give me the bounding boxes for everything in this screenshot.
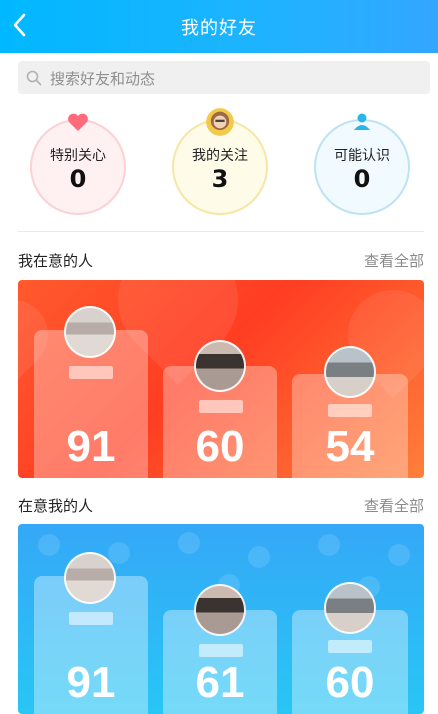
friend-avatar [324, 346, 376, 398]
care-about-card: 91 60 54 [18, 280, 424, 478]
top-bar: 我的好友 [0, 0, 438, 53]
friend-name [199, 400, 243, 413]
heart-icon [68, 113, 88, 131]
category-label: 我的关注 [192, 148, 248, 164]
friend-pillar[interactable]: 54 [292, 346, 408, 478]
my-follows-circle[interactable]: 我的关注 3 [172, 108, 268, 215]
intimacy-score: 60 [325, 658, 375, 707]
search-placeholder: 搜索好友和动态 [50, 70, 156, 88]
intimacy-score: 61 [195, 658, 245, 707]
friend-name [199, 644, 243, 657]
page-title: 我的好友 [181, 18, 257, 39]
category-count: 0 [353, 165, 371, 193]
may-know-circle[interactable]: 可能认识 0 [314, 113, 410, 215]
intimacy-score: 60 [195, 422, 245, 471]
friend-name [328, 640, 372, 653]
cares-about-me-card: 91 61 60 [18, 524, 424, 714]
category-label: 可能认识 [334, 148, 390, 164]
person-icon [354, 113, 370, 130]
see-all-link[interactable]: 查看全部 [364, 495, 424, 516]
divider [18, 231, 424, 232]
friend-avatar [194, 340, 246, 392]
friend-avatar [324, 582, 376, 634]
friend-avatar [64, 306, 116, 358]
friend-name [328, 404, 372, 417]
friend-name [69, 612, 113, 625]
section-title: 我在意的人 [18, 252, 94, 270]
intimacy-score: 54 [325, 422, 375, 471]
category-count: 0 [69, 165, 87, 193]
category-count: 3 [211, 165, 229, 193]
friend-pillar[interactable]: 91 [34, 552, 148, 714]
intimacy-score: 91 [66, 658, 116, 707]
friend-name [69, 366, 113, 379]
special-care-circle[interactable]: 特别关心 0 [30, 113, 126, 215]
intimacy-score: 91 [66, 422, 116, 471]
avatar-icon [206, 108, 234, 136]
friend-avatar [194, 584, 246, 636]
see-all-link[interactable]: 查看全部 [364, 250, 424, 271]
category-label: 特别关心 [50, 148, 106, 164]
section-title: 在意我的人 [18, 497, 94, 515]
search-input[interactable]: 搜索好友和动态 [18, 61, 430, 94]
search-icon [26, 70, 42, 86]
friend-pillar[interactable]: 61 [163, 584, 277, 714]
friend-pillar[interactable]: 91 [34, 306, 148, 478]
friend-avatar [64, 552, 116, 604]
friend-pillar[interactable]: 60 [292, 582, 408, 714]
friend-pillar[interactable]: 60 [163, 340, 277, 478]
